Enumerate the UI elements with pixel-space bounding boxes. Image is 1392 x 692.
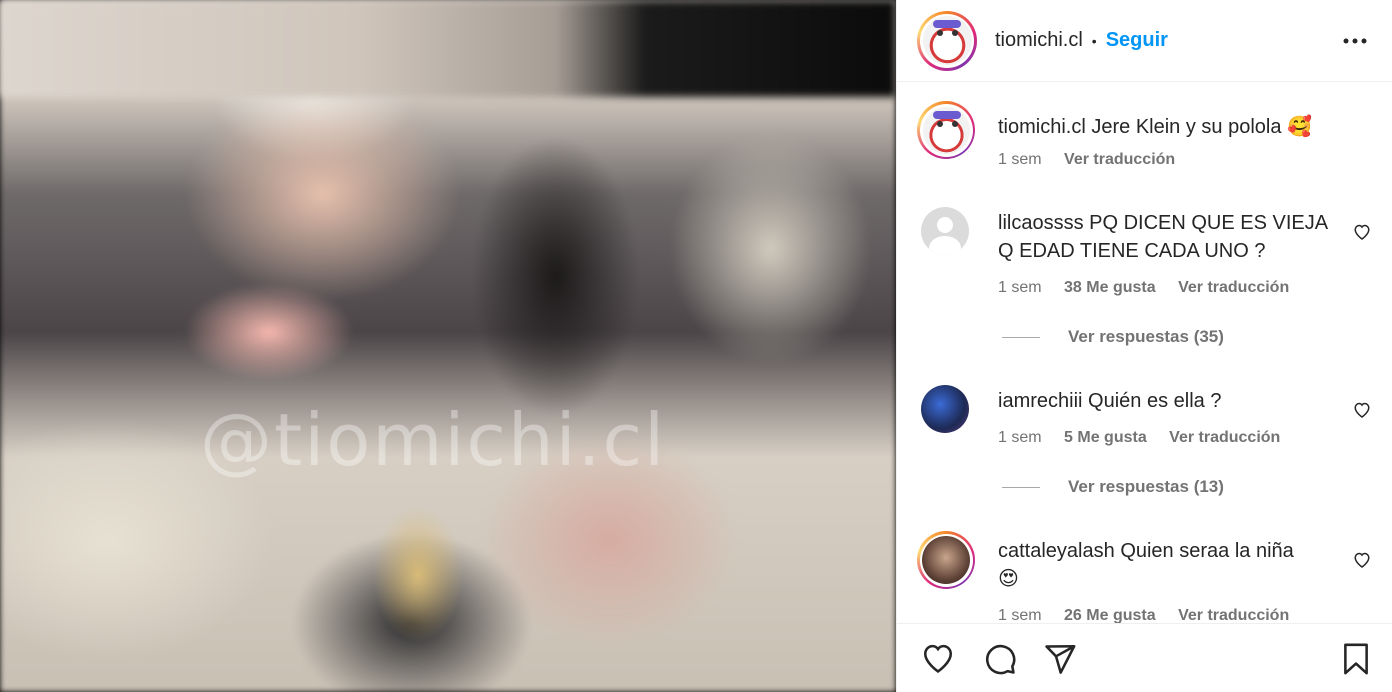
- like-heart-icon[interactable]: [921, 642, 955, 676]
- comment-text: Quién es ella ?: [1088, 390, 1222, 412]
- more-options-icon[interactable]: [1341, 27, 1369, 55]
- caption-text: Jere Klein y su polola: [1091, 116, 1282, 138]
- comment-icon[interactable]: [983, 642, 1017, 676]
- comment-likes[interactable]: 5 Me gusta: [1064, 429, 1147, 446]
- comment-username[interactable]: cattaleyalash: [998, 540, 1115, 562]
- caption-username[interactable]: tiomichi.cl: [998, 116, 1086, 138]
- comment-meta: 1 sem 38 Me gusta Ver traducción: [998, 279, 1307, 297]
- comment-text: Quien seraa la niña: [1120, 540, 1294, 562]
- avatar-image: [922, 16, 972, 65]
- replies-divider: [1002, 336, 1040, 338]
- comment-likes[interactable]: 26 Me gusta: [1064, 607, 1156, 623]
- caption-emoji: 🥰: [1287, 116, 1312, 138]
- comment-like-heart-icon[interactable]: [1353, 551, 1371, 573]
- photo-watermark: @tiomichi.cl: [200, 398, 667, 482]
- header-avatar[interactable]: [917, 10, 977, 71]
- post-media[interactable]: @tiomichi.cl: [0, 0, 896, 692]
- bookmark-icon[interactable]: [1341, 642, 1375, 676]
- comment-avatar[interactable]: [921, 385, 969, 433]
- comment-like-heart-icon[interactable]: [1353, 223, 1371, 245]
- comment-likes[interactable]: 38 Me gusta: [1064, 279, 1156, 296]
- comment-translate[interactable]: Ver traducción: [1178, 607, 1289, 623]
- avatar-image: [922, 536, 970, 584]
- comment-item: iamrechiii Quién es ella ? 1 sem 5 Me gu…: [917, 385, 1377, 535]
- comment-meta: 1 sem 26 Me gusta Ver traducción: [998, 607, 1307, 623]
- post-header: tiomichi.cl • Seguir: [897, 0, 1392, 82]
- post-side-panel: tiomichi.cl • Seguir tiomichi.cl Jere Kl…: [896, 0, 1392, 692]
- view-replies-button[interactable]: Ver respuestas (35): [1002, 327, 1224, 347]
- comment-emoji: 😍: [998, 568, 1019, 590]
- header-separator: •: [1091, 32, 1097, 49]
- comment-translate[interactable]: Ver traducción: [1178, 279, 1289, 296]
- caption-avatar[interactable]: [917, 101, 975, 159]
- comment-username[interactable]: iamrechiii: [998, 390, 1082, 412]
- caption-meta: 1 sem Ver traducción: [998, 151, 1193, 169]
- follow-button[interactable]: Seguir: [1106, 29, 1168, 52]
- comments-list[interactable]: tiomichi.cl Jere Klein y su polola 🥰 1 s…: [897, 83, 1392, 623]
- comment-item: lilcaossss PQ DICEN QUE ES VIEJA Q EDAD …: [917, 207, 1377, 407]
- caption-translate[interactable]: Ver traducción: [1064, 151, 1175, 168]
- comment-time[interactable]: 1 sem: [998, 607, 1042, 623]
- share-icon[interactable]: [1043, 642, 1077, 676]
- photo-top-strip: [0, 0, 896, 97]
- avatar-image: [922, 106, 970, 154]
- comment-translate[interactable]: Ver traducción: [1169, 429, 1280, 446]
- comment-time[interactable]: 1 sem: [998, 279, 1042, 296]
- caption: tiomichi.cl Jere Klein y su polola 🥰 1 s…: [917, 101, 1377, 181]
- comment-like-heart-icon[interactable]: [1353, 401, 1371, 423]
- comment-avatar[interactable]: [921, 207, 969, 255]
- replies-divider: [1002, 486, 1040, 488]
- view-replies-label: Ver respuestas (13): [1068, 477, 1224, 496]
- comment-item: cattaleyalash Quien seraa la niña 😍 1 se…: [917, 531, 1377, 623]
- view-replies-button[interactable]: Ver respuestas (13): [1002, 477, 1224, 497]
- caption-time[interactable]: 1 sem: [998, 151, 1042, 168]
- photo-chain-highlight: [358, 470, 478, 660]
- comment-meta: 1 sem 5 Me gusta Ver traducción: [998, 429, 1298, 447]
- comment-username[interactable]: lilcaossss: [998, 212, 1084, 234]
- comment-avatar[interactable]: [917, 531, 975, 589]
- post-actions-bar: [897, 623, 1392, 692]
- comment-time[interactable]: 1 sem: [998, 429, 1042, 446]
- view-replies-label: Ver respuestas (35): [1068, 327, 1224, 346]
- header-username[interactable]: tiomichi.cl: [995, 29, 1083, 52]
